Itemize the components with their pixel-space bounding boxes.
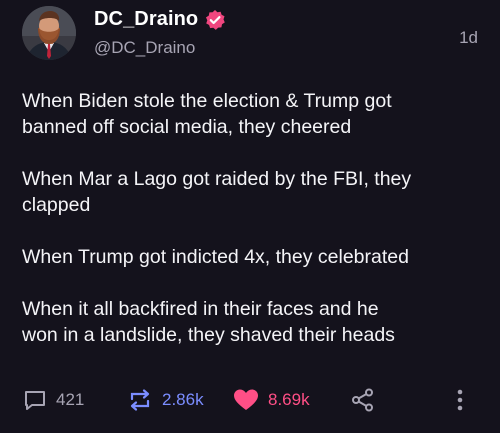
more-options-icon [450, 387, 470, 413]
like-button[interactable]: 8.69k [232, 384, 310, 416]
verified-badge-icon [204, 9, 226, 31]
more-options-button[interactable] [450, 384, 470, 416]
share-button[interactable] [350, 384, 376, 416]
reply-button[interactable]: 421 [22, 384, 84, 416]
display-name[interactable]: DC_Draino [94, 8, 198, 31]
post-paragraph: When Biden stole the election & Trump go… [22, 90, 392, 138]
author-handle[interactable]: @DC_Draino [94, 38, 195, 58]
reply-count: 421 [56, 390, 85, 409]
repost-icon [126, 387, 154, 413]
repost-count: 2.86k [162, 390, 204, 409]
post-body: When Biden stole the election & Trump go… [22, 88, 482, 374]
post-paragraph: When it all backfired in their faces and… [22, 298, 395, 346]
avatar-image [22, 6, 76, 60]
post-card: DC_Draino @DC_Draino 1d When Biden stole… [0, 0, 500, 433]
author-name-row: DC_Draino [94, 8, 226, 31]
post-timestamp[interactable]: 1d [459, 28, 478, 48]
post-actions: 421 2.86k 8.69k [22, 384, 478, 416]
avatar[interactable] [22, 6, 76, 60]
heart-icon [232, 387, 260, 413]
post-paragraph: When Trump got indicted 4x, they celebra… [22, 246, 409, 268]
like-count: 8.69k [268, 390, 310, 409]
share-icon [350, 387, 376, 413]
post-paragraph: When Mar a Lago got raided by the FBI, t… [22, 168, 412, 216]
reply-icon [22, 387, 48, 413]
repost-button[interactable]: 2.86k [126, 384, 204, 416]
